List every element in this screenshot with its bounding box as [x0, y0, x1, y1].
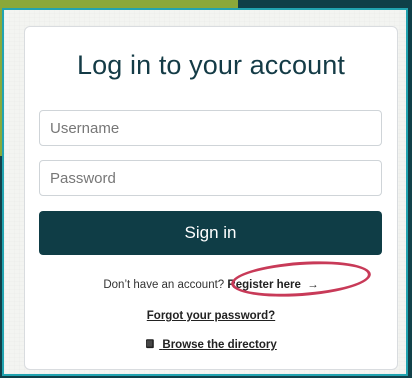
sign-in-button[interactable]: Sign in [39, 211, 382, 255]
login-frame: Log in to your account Sign in Don’t hav… [2, 8, 408, 376]
register-prompt-text: Don’t have an account? [103, 279, 225, 291]
register-prompt-line: Don’t have an account? Register here → [25, 278, 397, 292]
password-input[interactable] [39, 160, 382, 196]
forgot-password-link[interactable]: Forgot your password? [25, 309, 397, 323]
username-input[interactable] [39, 110, 382, 146]
book-icon [146, 339, 154, 349]
register-link[interactable]: Register here → [227, 279, 318, 291]
arrow-right-icon: → [307, 279, 319, 291]
register-link-label: Register here [227, 279, 301, 291]
page-title: Log in to your account [77, 50, 345, 80]
login-card: Log in to your account Sign in Don’t hav… [24, 26, 398, 370]
browse-directory-link[interactable]: Browse the directory [25, 338, 397, 352]
browse-directory-label: Browse the directory [162, 339, 277, 351]
